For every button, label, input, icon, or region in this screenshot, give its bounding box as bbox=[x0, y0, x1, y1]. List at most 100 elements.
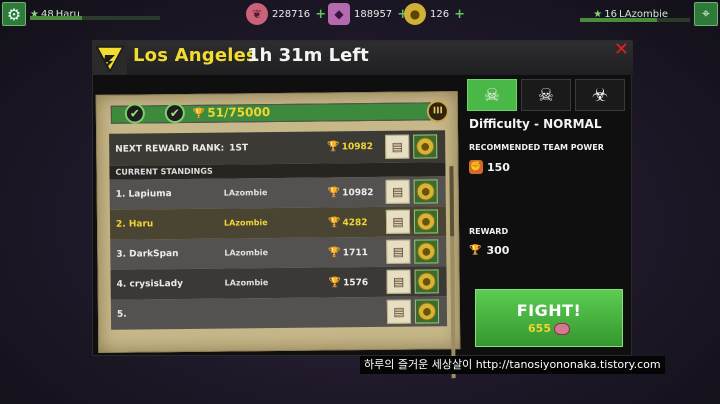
table-row[interactable]: 1. Lapiuma LAzombie 🏆 10982 ▤ ● bbox=[109, 176, 446, 210]
difficulty-normal-tab[interactable]: ☠ bbox=[467, 79, 517, 111]
recommended-power: ✊ 150 bbox=[469, 160, 510, 174]
next-reward-rank: 1ST bbox=[229, 143, 249, 154]
card-pack-icon[interactable]: ▤ bbox=[385, 134, 410, 159]
player-score: 🏆 10982 bbox=[327, 187, 374, 199]
player-name: 1. Lapiuma bbox=[115, 189, 172, 200]
trophy-icon: 🏆 bbox=[327, 141, 340, 153]
time-left: 1h 31m Left bbox=[247, 45, 369, 66]
trophy-icon: 🏆 bbox=[327, 217, 341, 229]
standings-rows: 1. Lapiuma LAzombie 🏆 10982 ▤ ● 2. Haru LAzombi… bbox=[109, 176, 448, 330]
coins-value: 126 bbox=[430, 8, 450, 20]
coin-reward-icon[interactable]: ● bbox=[413, 134, 438, 159]
map-icon[interactable]: ⌖ bbox=[694, 2, 718, 26]
player-name: 4. crysisLady bbox=[116, 278, 184, 290]
trophy-icon: 🏆 bbox=[469, 245, 482, 256]
table-row[interactable]: 4. crysisLady LAzombie 🏆 1576 ▤ ● bbox=[110, 266, 447, 300]
gems-value: 188957 bbox=[354, 8, 393, 20]
add-coins-button[interactable]: + bbox=[454, 7, 465, 22]
fight-cost-value: 655 bbox=[528, 322, 551, 335]
gear-icon[interactable]: ⚙ bbox=[2, 2, 26, 26]
standings-table: NEXT REWARD RANK: 1ST 🏆 10982 ▤ ● CURREN… bbox=[109, 130, 456, 379]
next-reward-label: NEXT REWARD RANK: bbox=[115, 143, 225, 155]
skull-icon: ☠ bbox=[483, 84, 501, 106]
guild-name: LAzombie bbox=[223, 218, 268, 228]
player-score: 🏆 4282 bbox=[327, 217, 368, 229]
reward-value: 🏆 300 bbox=[469, 244, 509, 257]
next-reward-icons: ▤ ● bbox=[385, 134, 438, 159]
region-badge-icon bbox=[93, 41, 127, 75]
coin-reward-icon[interactable]: ● bbox=[413, 209, 439, 234]
card-pack-icon[interactable]: ▤ bbox=[386, 299, 412, 324]
player-name: 3. DarkSpan bbox=[116, 249, 179, 260]
rank-reward-icons: ▤ ● bbox=[386, 299, 440, 324]
player-score: 🏆 1711 bbox=[328, 247, 368, 259]
opponent-xp-bar bbox=[580, 18, 690, 22]
player-xp-bar bbox=[30, 16, 160, 20]
rank-reward-icons: ▤ ● bbox=[385, 209, 439, 234]
progress-text: 🏆 51/75000 bbox=[192, 105, 271, 120]
progress-bar bbox=[110, 102, 431, 124]
card-pack-icon[interactable]: ▤ bbox=[386, 269, 411, 294]
watermark-text: 하루의 즐거운 세상살이 http://tanosiyononaka.tisto… bbox=[360, 356, 665, 374]
top-hud: ⚙ ★ 48 Haru ❦ 228716 + ◆ 188957 + ● 126 … bbox=[0, 0, 720, 28]
city-name: Los Angeles bbox=[133, 45, 257, 66]
add-brains-button[interactable]: + bbox=[315, 7, 326, 22]
fight-cost: 655 bbox=[528, 322, 570, 335]
guild-name: LAzombie bbox=[223, 188, 268, 198]
biohazard-skull-icon: ☣ bbox=[591, 84, 609, 106]
reward-label: REWARD bbox=[469, 227, 509, 236]
check-icon: ✔ bbox=[124, 103, 145, 124]
brains-counter: ❦ 228716 + bbox=[246, 3, 326, 25]
trophy-icon: 🏆 bbox=[327, 187, 341, 199]
card-pack-icon[interactable]: ▤ bbox=[385, 209, 411, 234]
trophy-icon: 🏆 bbox=[328, 277, 342, 289]
reward-amount: 300 bbox=[486, 244, 510, 257]
fight-button[interactable]: FIGHT! 655 bbox=[475, 289, 623, 347]
card-pack-icon[interactable]: ▤ bbox=[386, 239, 411, 264]
rank-reward-icons: ▤ ● bbox=[385, 179, 438, 204]
modal-header: Los Angeles 1h 31m Left ✕ bbox=[93, 41, 633, 75]
trophy-icon: 🏆 bbox=[328, 247, 341, 259]
coin-reward-icon[interactable]: ● bbox=[414, 269, 439, 294]
guild-name: LAzombie bbox=[224, 248, 269, 258]
difficulty-label: Difficulty - NORMAL bbox=[469, 117, 602, 131]
recommended-power-value: 150 bbox=[487, 160, 510, 174]
table-row[interactable]: 2. Haru LAzombie 🏆 4282 ▤ ● bbox=[109, 206, 447, 240]
coin-reward-icon[interactable]: ● bbox=[413, 179, 438, 204]
event-progress: ✔ ✔ 🏆 51/75000 III bbox=[110, 100, 451, 126]
recommended-power-label: RECOMMENDED TEAM POWER bbox=[469, 143, 604, 152]
tier-badge[interactable]: III bbox=[426, 100, 449, 123]
brain-icon bbox=[553, 322, 570, 335]
check-icon: ✔ bbox=[164, 102, 185, 124]
table-row[interactable]: 3. DarkSpan LAzombie 🏆 1711 ▤ ● bbox=[110, 236, 447, 270]
trophy-icon: 🏆 bbox=[192, 108, 206, 120]
event-modal: Los Angeles 1h 31m Left ✕ ✔ ✔ 🏆 51/75000 … bbox=[92, 40, 633, 379]
brains-value: 228716 bbox=[272, 8, 311, 20]
difficulty-insane-tab[interactable]: ☣ bbox=[575, 79, 625, 111]
table-row[interactable]: 5. ▤ ● bbox=[110, 296, 448, 330]
standings-scrollbar[interactable] bbox=[449, 166, 456, 379]
guild-name: LAzombie bbox=[224, 278, 269, 288]
brain-icon: ❦ bbox=[246, 3, 268, 25]
coin-icon: ● bbox=[404, 3, 426, 25]
fist-icon: ✊ bbox=[469, 160, 483, 174]
difficulty-tabs: ☠ ☠ ☣ bbox=[467, 79, 625, 111]
opponent-info: ★ 16 LAzombie ⌖ bbox=[593, 2, 718, 26]
card-pack-icon[interactable]: ▤ bbox=[385, 179, 410, 204]
next-reward-score: 🏆 10982 bbox=[327, 141, 374, 153]
next-reward-row: NEXT REWARD RANK: 1ST 🏆 10982 ▤ ● bbox=[109, 130, 446, 166]
standings-panel: ✔ ✔ 🏆 51/75000 III NEXT REWARD RANK: 1ST … bbox=[95, 91, 461, 379]
rank-reward-icons: ▤ ● bbox=[386, 269, 439, 294]
coin-reward-icon[interactable]: ● bbox=[414, 299, 440, 324]
player-name: 5. bbox=[116, 309, 127, 320]
rank-reward-icons: ▤ ● bbox=[386, 239, 439, 264]
player-name: 2. Haru bbox=[115, 219, 154, 230]
close-button[interactable]: ✕ bbox=[614, 41, 629, 59]
crossbones-icon: ☠ bbox=[537, 84, 555, 106]
difficulty-hard-tab[interactable]: ☠ bbox=[521, 79, 571, 111]
coins-counter: ● 126 + bbox=[404, 3, 465, 25]
fight-label: FIGHT! bbox=[516, 301, 582, 320]
coin-reward-icon[interactable]: ● bbox=[414, 239, 439, 264]
player-info: ⚙ ★ 48 Haru bbox=[2, 2, 80, 26]
gems-counter: ◆ 188957 + bbox=[328, 3, 408, 25]
